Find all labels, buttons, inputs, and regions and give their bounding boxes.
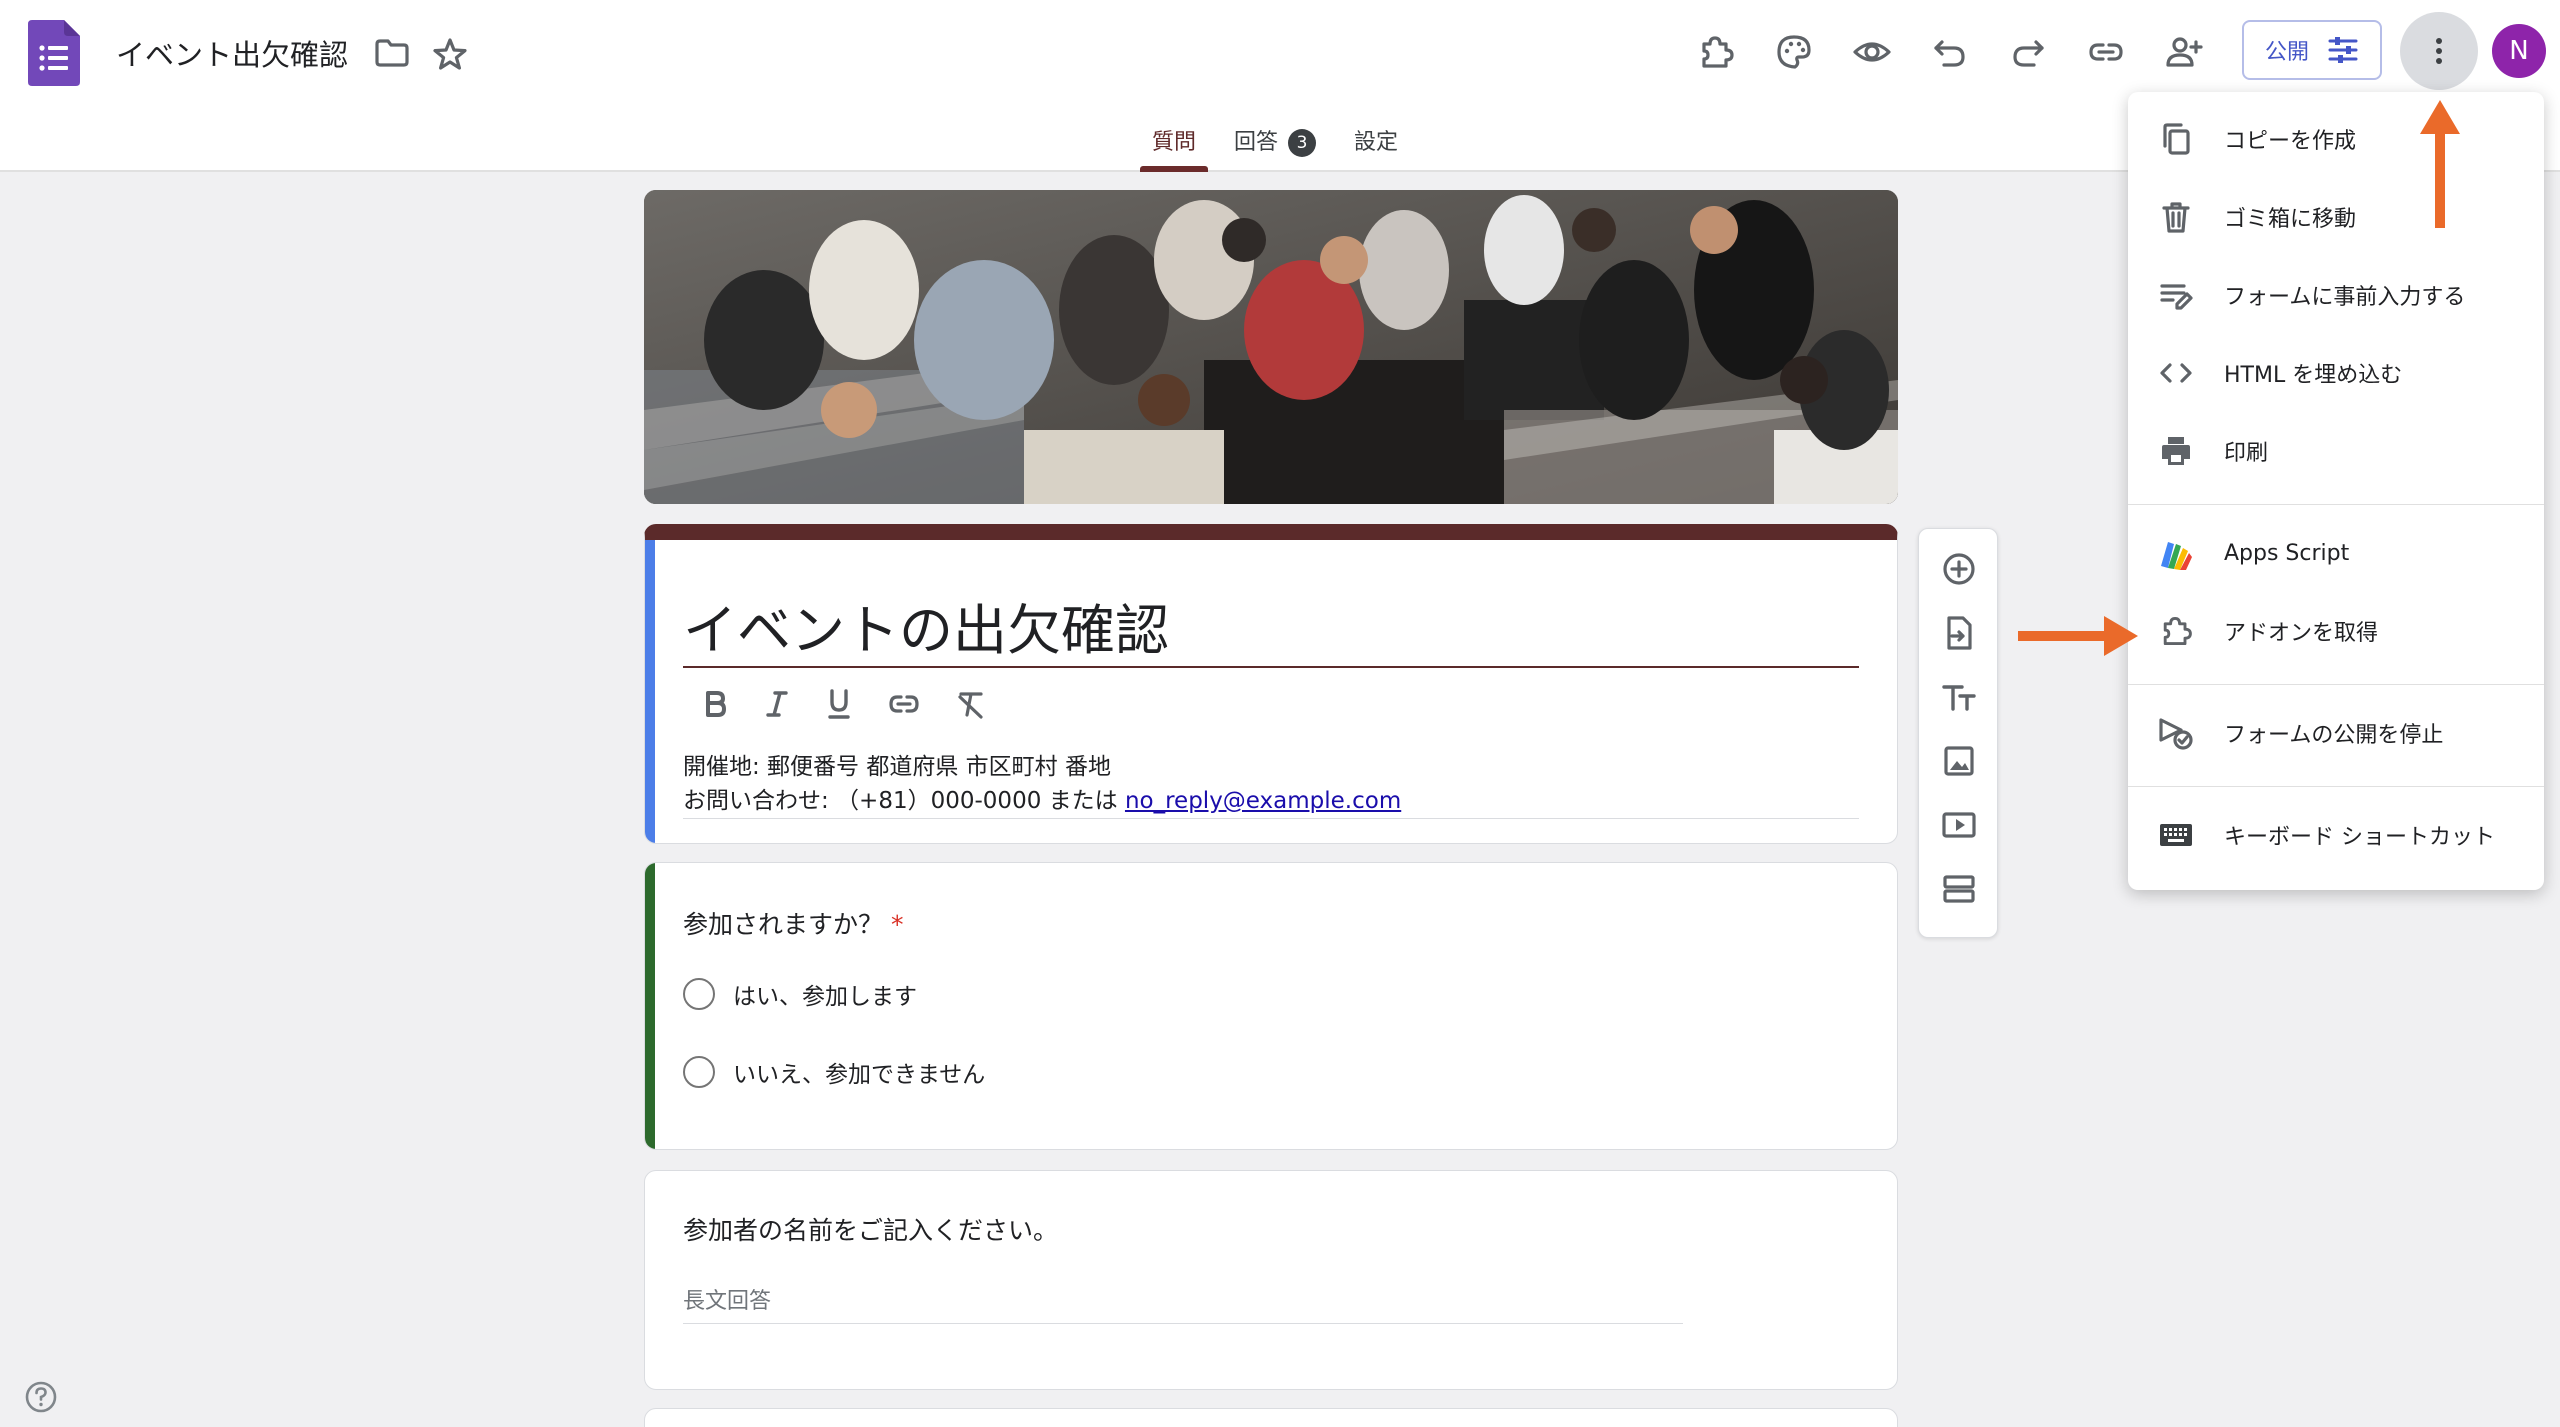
menu-item-get-addons[interactable]: アドオンを取得: [2128, 600, 2544, 662]
tab-label: 質問: [1152, 130, 1197, 155]
description-underline: [683, 818, 1859, 819]
annotation-arrow-up: [2416, 96, 2464, 232]
menu-item-label: ゴミ箱に移動: [2224, 207, 2357, 232]
question-side-toolbar: [1918, 528, 1998, 938]
publish-label: 公開: [2264, 40, 2309, 65]
required-asterisk: *: [891, 910, 904, 939]
menu-divider: [2128, 786, 2544, 787]
copy-icon: [2156, 119, 2196, 159]
menu-item-move-to-trash[interactable]: ゴミ箱に移動: [2128, 186, 2544, 248]
option-label: はい、参加します: [733, 984, 917, 1010]
contact-email-link[interactable]: no_reply@example.com: [1125, 788, 1401, 814]
question-card-attendance[interactable]: 参加されますか？ * はい、参加します いいえ、参加できません: [644, 862, 1898, 1150]
question-card-next[interactable]: [644, 1408, 1898, 1427]
folder-icon[interactable]: [374, 38, 410, 68]
unpublish-icon: [2156, 713, 2196, 753]
apps-script-icon: [2156, 533, 2196, 573]
code-icon: [2156, 353, 2196, 393]
add-title-icon[interactable]: [1939, 677, 1979, 717]
more-options-menu: コピーを作成 ゴミ箱に移動 フォームに事前入力する HTML を埋め込む 印刷 …: [2128, 92, 2544, 890]
tab-bar: 質問 回答 3 設定: [1140, 120, 1424, 172]
more-options-button[interactable]: [2400, 12, 2478, 90]
tab-responses[interactable]: 回答 3: [1222, 120, 1328, 172]
contact-text: お問い合わせ: （+81）000-0000 または: [683, 788, 1125, 814]
tab-label: 回答: [1234, 130, 1279, 155]
publish-settings-icon: [2327, 35, 2359, 65]
radio-option-no[interactable]: いいえ、参加できません: [683, 1055, 985, 1089]
add-question-icon[interactable]: [1939, 549, 1979, 589]
trash-icon: [2156, 197, 2196, 237]
description-line-contact: お問い合わせ: （+81）000-0000 または no_reply@examp…: [683, 784, 1401, 818]
keyboard-icon: [2156, 815, 2196, 855]
menu-divider: [2128, 684, 2544, 685]
italic-icon[interactable]: [763, 689, 791, 719]
publish-button[interactable]: 公開: [2242, 20, 2382, 80]
menu-item-embed-html[interactable]: HTML を埋め込む: [2128, 342, 2544, 404]
addon-icon: [2156, 611, 2196, 651]
radio-option-yes[interactable]: はい、参加します: [683, 977, 917, 1011]
add-collaborator-icon[interactable]: [2158, 26, 2210, 78]
star-icon[interactable]: [432, 36, 468, 72]
link-icon[interactable]: [2080, 26, 2132, 78]
menu-item-label: コピーを作成: [2224, 129, 2357, 154]
tab-label: 設定: [1354, 130, 1399, 155]
user-avatar[interactable]: N: [2492, 24, 2546, 78]
menu-item-keyboard-shortcuts[interactable]: キーボード ショートカット: [2128, 804, 2544, 866]
underline-icon[interactable]: [825, 688, 853, 720]
menu-item-label: フォームに事前入力する: [2224, 285, 2466, 310]
bold-icon[interactable]: [701, 689, 729, 719]
annotation-arrow-right: [2014, 612, 2142, 660]
menu-item-label: 印刷: [2224, 441, 2269, 466]
undo-icon[interactable]: [1924, 26, 1976, 78]
add-section-icon[interactable]: [1939, 869, 1979, 909]
redo-icon[interactable]: [2002, 26, 2054, 78]
form-title-card[interactable]: イベントの出欠確認 開催地: 郵便番号 都道府県 市区町村 番地 お問い合わせ:…: [644, 524, 1898, 844]
insert-link-icon[interactable]: [887, 689, 921, 719]
menu-item-apps-script[interactable]: Apps Script: [2128, 522, 2544, 584]
forms-logo-icon[interactable]: [28, 20, 80, 86]
prefill-icon: [2156, 275, 2196, 315]
tab-settings[interactable]: 設定: [1342, 120, 1410, 172]
question-text: 参加されますか？: [683, 910, 884, 939]
preview-eye-icon[interactable]: [1846, 26, 1898, 78]
addon-puzzle-icon[interactable]: [1690, 26, 1742, 78]
form-description[interactable]: 開催地: 郵便番号 都道府県 市区町村 番地 お問い合わせ: （+81）000-…: [683, 750, 1401, 818]
question-title: 参加されますか？ *: [683, 905, 904, 941]
tab-questions[interactable]: 質問: [1140, 120, 1209, 172]
question-title: 参加者の名前をご記入ください。: [683, 1216, 1059, 1245]
help-icon[interactable]: [24, 1380, 58, 1414]
title-underline: [683, 666, 1859, 668]
long-answer-placeholder: 長文回答: [683, 1289, 772, 1314]
add-image-icon[interactable]: [1939, 741, 1979, 781]
add-video-icon[interactable]: [1939, 805, 1979, 845]
responses-count-badge: 3: [1288, 129, 1317, 157]
radio-button[interactable]: [683, 1056, 715, 1088]
header-banner-image: [644, 190, 1898, 504]
question-card-name[interactable]: 参加者の名前をご記入ください。 長文回答: [644, 1170, 1898, 1390]
menu-item-label: キーボード ショートカット: [2224, 825, 2495, 850]
menu-item-label: フォームの公開を停止: [2224, 723, 2444, 748]
import-questions-icon[interactable]: [1939, 613, 1979, 653]
form-title[interactable]: イベントの出欠確認: [683, 586, 1169, 665]
menu-item-label: アドオンを取得: [2224, 621, 2379, 646]
clear-format-icon[interactable]: [955, 689, 987, 719]
palette-icon[interactable]: [1768, 26, 1820, 78]
menu-item-make-copy[interactable]: コピーを作成: [2128, 108, 2544, 170]
menu-item-print[interactable]: 印刷: [2128, 420, 2544, 482]
print-icon: [2156, 431, 2196, 471]
radio-button[interactable]: [683, 978, 715, 1010]
text-format-toolbar: [701, 688, 987, 720]
more-vert-icon: [2434, 36, 2444, 66]
menu-item-label: Apps Script: [2224, 540, 2350, 566]
option-label: いいえ、参加できません: [733, 1062, 986, 1088]
answer-underline: [683, 1323, 1683, 1324]
description-line-location: 開催地: 郵便番号 都道府県 市区町村 番地: [683, 754, 1111, 780]
document-title[interactable]: イベント出欠確認: [116, 32, 348, 74]
menu-item-prefill[interactable]: フォームに事前入力する: [2128, 264, 2544, 326]
menu-item-label: HTML を埋め込む: [2224, 363, 2403, 388]
menu-item-stop-publishing[interactable]: フォームの公開を停止: [2128, 702, 2544, 764]
menu-divider: [2128, 504, 2544, 505]
